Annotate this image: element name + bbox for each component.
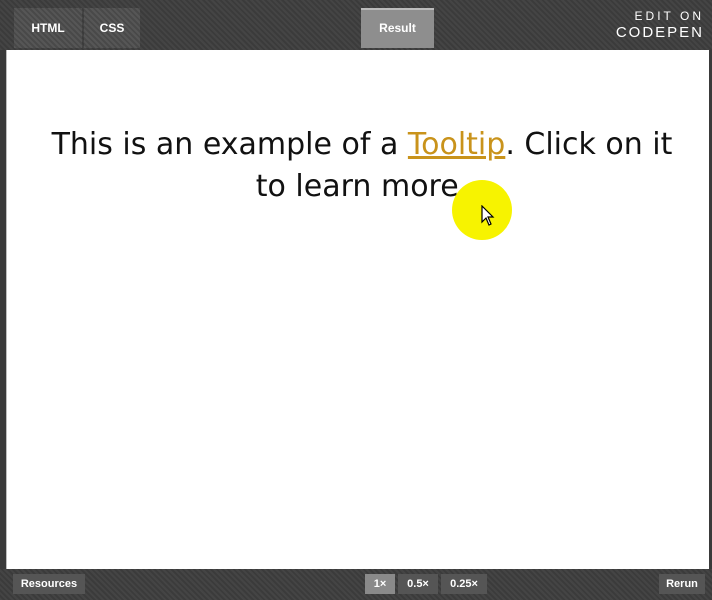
mouse-pointer-icon xyxy=(481,205,495,226)
edit-on-codepen-link[interactable]: EDIT ON CODEPEN xyxy=(584,8,704,42)
zoom-0.25x-button[interactable]: 0.25× xyxy=(441,574,487,594)
bottom-bar: Resources 1× 0.5× 0.25× Rerun xyxy=(0,569,712,600)
tab-result[interactable]: Result xyxy=(361,8,434,48)
message-text-start: This is an example of a xyxy=(51,127,408,162)
top-bar: HTML CSS Result EDIT ON CODEPEN xyxy=(0,0,712,50)
zoom-0.5x-button[interactable]: 0.5× xyxy=(398,574,438,594)
codepen-embed: HTML CSS Result EDIT ON CODEPEN This is … xyxy=(0,0,712,600)
tooltip-link[interactable]: Tooltip xyxy=(408,127,505,162)
page-message: This is an example of a Tooltip. Click o… xyxy=(47,124,677,208)
logo-line-2: CODEPEN xyxy=(615,24,704,41)
result-pane: This is an example of a Tooltip. Click o… xyxy=(6,50,709,569)
tab-html[interactable]: HTML xyxy=(14,8,82,48)
zoom-1x-button[interactable]: 1× xyxy=(365,574,395,594)
resources-button[interactable]: Resources xyxy=(13,574,85,594)
rerun-button[interactable]: Rerun xyxy=(659,574,705,594)
logo-line-1: EDIT ON xyxy=(634,9,704,23)
tab-css[interactable]: CSS xyxy=(84,8,140,48)
